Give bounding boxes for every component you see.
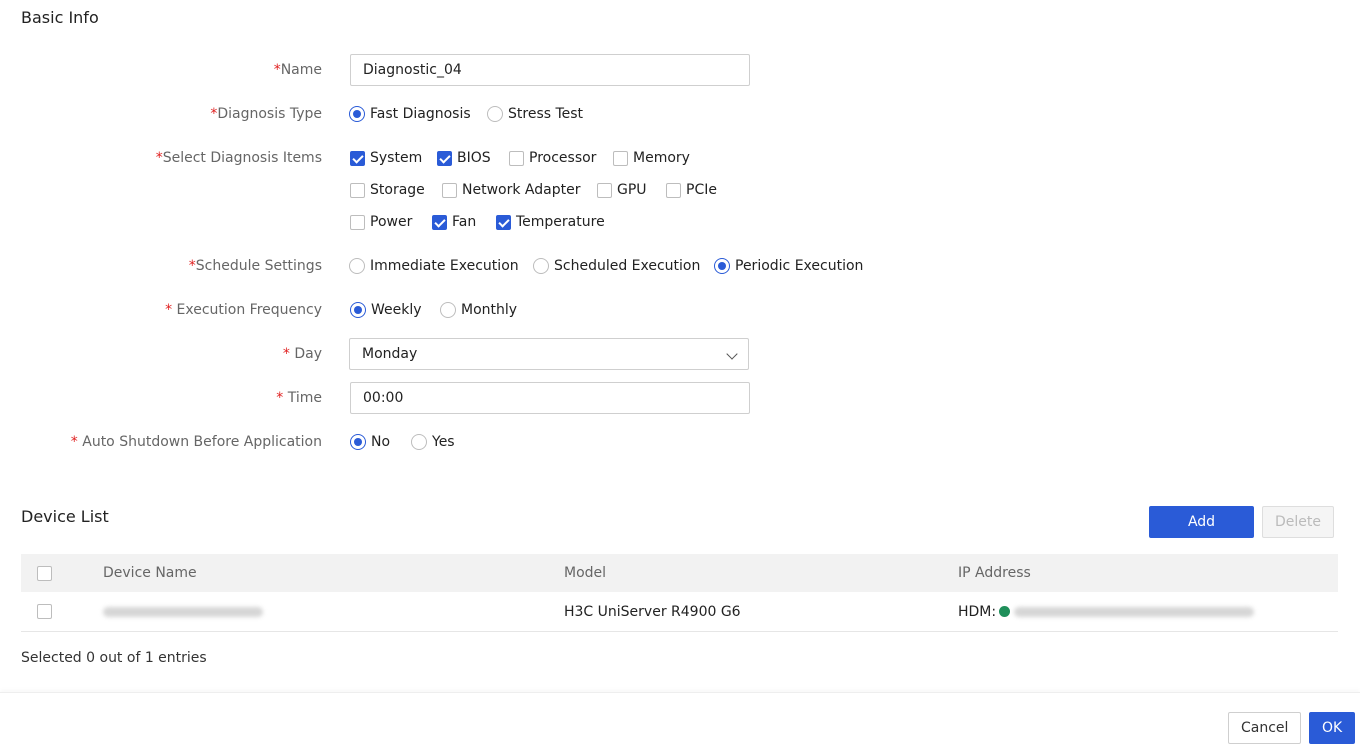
radio-immediate-execution[interactable]: Immediate Execution: [349, 250, 519, 282]
select-all-checkbox[interactable]: [37, 565, 52, 581]
radio-button[interactable]: [350, 302, 366, 318]
checkbox-bios[interactable]: BIOS: [437, 142, 491, 174]
checkbox[interactable]: [509, 150, 524, 166]
checkbox[interactable]: [432, 214, 447, 230]
radio-scheduled-execution[interactable]: Scheduled Execution: [533, 250, 700, 282]
schedule-settings-row: *Schedule Settings Immediate Execution S…: [0, 250, 1360, 282]
table-header: Device Name Model IP Address: [21, 554, 1338, 592]
device-list-title: Device List: [21, 507, 109, 526]
checkbox-pcie[interactable]: PCIe: [666, 174, 717, 206]
checkbox[interactable]: [442, 182, 457, 198]
diagnosis-items-label: *Select Diagnosis Items: [155, 150, 322, 166]
time-input[interactable]: [350, 382, 750, 414]
diagnosis-items-row-3: Power Fan Temperature: [0, 206, 1360, 238]
checkbox-power[interactable]: Power: [350, 206, 412, 238]
add-servers-button[interactable]: Add Servers: [1149, 506, 1254, 560]
day-label: * Day: [282, 346, 322, 362]
checkbox[interactable]: [597, 182, 612, 198]
checkbox-storage[interactable]: Storage: [350, 174, 425, 206]
redacted-ip-address: [1014, 606, 1255, 617]
dialog-footer: Cancel OK: [0, 692, 1360, 750]
diagnosis-type-label: *Diagnosis Type: [210, 106, 322, 122]
select-all-cell: [37, 554, 57, 592]
column-device-name[interactable]: Device Name: [103, 554, 197, 592]
cancel-button[interactable]: Cancel: [1228, 712, 1301, 744]
auto-shutdown-label: * Auto Shutdown Before Application: [70, 434, 322, 450]
checkbox[interactable]: [613, 150, 628, 166]
status-online-icon: [999, 606, 1011, 617]
checkbox-processor[interactable]: Processor: [509, 142, 596, 174]
execution-frequency-label: * Execution Frequency: [165, 302, 322, 318]
radio-stress-test[interactable]: Stress Test: [487, 98, 583, 130]
column-model[interactable]: Model: [564, 554, 606, 592]
radio-button[interactable]: [411, 434, 427, 450]
device-table: Device Name Model IP Address H3C UniServ…: [21, 554, 1338, 632]
time-label: * Time: [276, 390, 322, 406]
checkbox-network-adapter[interactable]: Network Adapter: [442, 174, 580, 206]
radio-button[interactable]: [349, 106, 365, 122]
radio-button[interactable]: [349, 258, 365, 274]
day-select[interactable]: Monday: [349, 338, 749, 370]
checkbox-system[interactable]: System: [350, 142, 422, 174]
checkbox[interactable]: [437, 150, 452, 166]
radio-yes[interactable]: Yes: [411, 426, 455, 458]
radio-button[interactable]: [440, 302, 456, 318]
checkbox-gpu[interactable]: GPU: [597, 174, 647, 206]
name-input[interactable]: [350, 54, 750, 86]
radio-button[interactable]: [487, 106, 503, 122]
day-select-value: Monday: [362, 346, 418, 362]
name-row: *Name: [0, 54, 1360, 86]
radio-monthly[interactable]: Monthly: [440, 294, 517, 326]
schedule-settings-label: *Schedule Settings: [188, 258, 322, 274]
radio-button[interactable]: [714, 258, 730, 274]
checkbox[interactable]: [496, 214, 511, 230]
radio-periodic-execution[interactable]: Periodic Execution: [714, 250, 863, 282]
radio-weekly[interactable]: Weekly: [350, 294, 422, 326]
auto-shutdown-row: * Auto Shutdown Before Application No Ye…: [0, 426, 1360, 458]
diagnosis-items-row-1: *Select Diagnosis Items System BIOS Proc…: [0, 142, 1360, 174]
execution-frequency-row: * Execution Frequency Weekly Monthly: [0, 294, 1360, 326]
diagnosis-type-row: *Diagnosis Type Fast Diagnosis Stress Te…: [0, 98, 1360, 130]
ip-address-cell: HDM:: [958, 592, 1255, 631]
radio-button[interactable]: [350, 434, 366, 450]
checkbox[interactable]: [350, 182, 365, 198]
model-cell: H3C UniServer R4900 G6: [564, 603, 741, 620]
device-name-cell: [103, 592, 263, 631]
time-row: * Time: [0, 382, 1360, 414]
name-label: *Name: [273, 62, 322, 78]
radio-no[interactable]: No: [350, 426, 390, 458]
diagnosis-items-row-2: Storage Network Adapter GPU PCIe: [0, 174, 1360, 206]
redacted-device-name: [103, 606, 263, 617]
ip-prefix: HDM:: [958, 603, 997, 620]
checkbox[interactable]: [666, 182, 681, 198]
row-select-cell: [37, 592, 57, 631]
radio-fast-diagnosis[interactable]: Fast Diagnosis: [349, 98, 471, 130]
checkbox[interactable]: [350, 150, 365, 166]
table-row: H3C UniServer R4900 G6 HDM:: [21, 592, 1338, 632]
row-checkbox[interactable]: [37, 604, 52, 619]
delete-button[interactable]: Delete: [1262, 506, 1334, 538]
radio-button[interactable]: [533, 258, 549, 274]
day-row: * Day Monday: [0, 338, 1360, 370]
selection-summary: Selected 0 out of 1 entries: [21, 650, 207, 666]
checkbox-temperature[interactable]: Temperature: [496, 206, 605, 238]
ok-button[interactable]: OK: [1309, 712, 1355, 744]
basic-info-title: Basic Info: [21, 8, 99, 27]
chevron-down-icon: [726, 348, 738, 360]
checkbox-fan[interactable]: Fan: [432, 206, 476, 238]
column-ip-address[interactable]: IP Address: [958, 554, 1031, 592]
checkbox-memory[interactable]: Memory: [613, 142, 690, 174]
checkbox[interactable]: [350, 214, 365, 230]
